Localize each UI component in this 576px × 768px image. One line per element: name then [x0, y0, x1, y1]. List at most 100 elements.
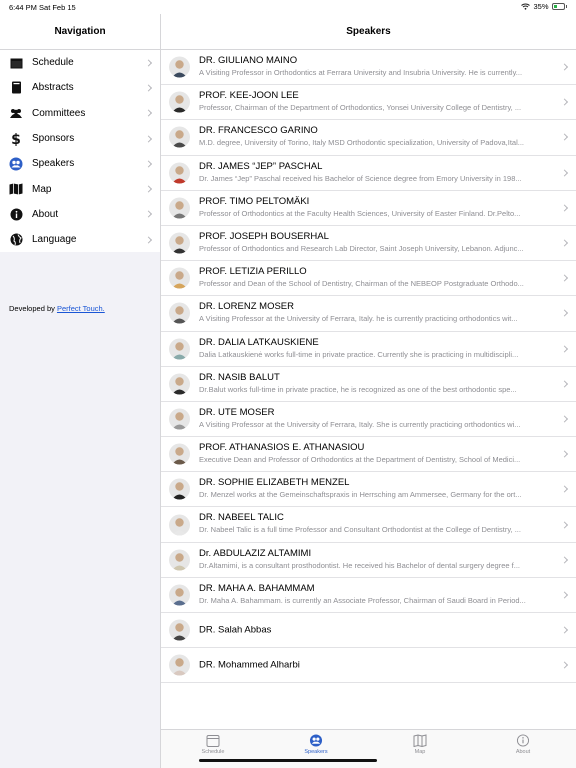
speaker-description: A Visiting Professor at the University o…	[199, 419, 521, 429]
sidebar-item-label: Committees	[32, 107, 86, 119]
sidebar: Navigation Schedule Abstracts Committees $ S…	[0, 14, 161, 768]
speaker-name: DR. UTE MOSER	[199, 406, 275, 418]
chevron-right-icon	[560, 169, 569, 177]
avatar	[169, 162, 190, 184]
chevron-right-icon	[144, 59, 153, 67]
avatar	[169, 56, 190, 78]
speaker-name: PROF. LETIZIA PERILLO	[199, 266, 307, 278]
sidebar-item-sponsors[interactable]: $ Sponsors	[0, 126, 160, 151]
sidebar-item-label: Sponsors	[32, 133, 75, 145]
chevron-right-icon	[144, 210, 153, 218]
chevron-right-icon	[144, 236, 153, 244]
list-item[interactable]: PROF. KEE-JOON LEE Professor, Chairman of…	[161, 85, 576, 121]
list-item[interactable]: PROF. ATHANASIOS E. ATHANASIOU Executive …	[161, 437, 576, 473]
chevron-right-icon	[144, 185, 153, 193]
avatar	[169, 584, 190, 606]
book-icon	[9, 81, 23, 95]
speaker-description: Professor of Orthodontics and Research L…	[199, 243, 524, 253]
list-item[interactable]: PROF. TIMO PELTOMÄKI Professor of Orthodo…	[161, 191, 576, 226]
list-item[interactable]: DR. Mohammed Alharbi	[161, 648, 576, 684]
chevron-right-icon	[560, 274, 569, 282]
dollar-icon: $	[9, 132, 23, 146]
sidebar-item-committees[interactable]: Committees	[0, 101, 160, 126]
calendar-tab-icon	[206, 734, 220, 747]
list-item[interactable]: DR. UTE MOSER A Visiting Professor at the…	[161, 402, 576, 438]
developer-link[interactable]: Perfect Touch.	[57, 304, 105, 313]
tab-about[interactable]: About	[488, 734, 558, 755]
avatar	[169, 302, 190, 324]
speaker-name: DR. FRANCESCO GARINO	[199, 125, 318, 137]
speaker-description: A Visiting Professor in Orthodontics at …	[199, 68, 523, 77]
list-item[interactable]: DR. DALIA LATKAUSKIENE Dalia Latkauskienė…	[161, 332, 576, 367]
chevron-right-icon	[560, 133, 569, 142]
avatar	[169, 126, 190, 148]
tab-label: About	[515, 749, 531, 755]
speaker-name: DR. GIULIANO MAINO	[199, 55, 298, 66]
speaker-description: Dr. Nabeel Talic is a full time Professo…	[199, 525, 521, 535]
sidebar-item-schedule[interactable]: Schedule	[0, 50, 160, 75]
group-icon	[9, 106, 23, 120]
list-item[interactable]: DR. SOPHIE ELIZABETH MENZEL Dr. Menzel wo…	[161, 472, 576, 508]
avatar	[169, 267, 190, 289]
avatar	[169, 619, 190, 641]
chevron-right-icon	[144, 109, 153, 117]
chevron-right-icon	[560, 591, 569, 599]
avatar	[169, 373, 190, 395]
speaker-description: Professor and Dean of the School of Dent…	[199, 279, 524, 289]
avatar	[169, 654, 190, 676]
chevron-right-icon	[560, 239, 569, 247]
list-item[interactable]: DR. FRANCESCO GARINO M.D. degree, Univers…	[161, 120, 576, 156]
sidebar-item-language[interactable]: Language	[0, 227, 160, 252]
avatar	[169, 443, 190, 465]
list-item[interactable]: DR. LORENZ MOSER A Visiting Professor at …	[161, 296, 576, 332]
sidebar-item-map[interactable]: Map	[0, 176, 160, 201]
chevron-right-icon	[560, 98, 569, 106]
list-item[interactable]: DR. NABEEL TALIC Dr. Nabeel Talic is a fu…	[161, 507, 576, 543]
map-tab-icon	[413, 734, 427, 748]
speaker-name: DR. SOPHIE ELIZABETH MENZEL	[199, 477, 350, 489]
sidebar-item-speakers[interactable]: Speakers	[0, 151, 160, 176]
speakers-list: DR. GIULIANO MAINO A Visiting Professor i…	[161, 50, 576, 684]
speaker-description: Professor of Orthodontics at the Faculty…	[199, 208, 521, 218]
sidebar-item-label: Schedule	[32, 57, 74, 69]
tab-label: Speakers	[304, 749, 328, 755]
chevron-right-icon	[560, 204, 569, 212]
list-item[interactable]: Dr. ABDULAZIZ ALTAMIMI Dr.Altamimi, is a …	[161, 543, 576, 578]
sidebar-item-abstracts[interactable]: Abstracts	[0, 75, 160, 100]
list-item[interactable]: DR. GIULIANO MAINO A Visiting Professor i…	[161, 50, 576, 86]
list-item[interactable]: DR. NASIB BALUT Dr.Balut works full-time …	[161, 367, 576, 402]
speaker-name: DR. Salah Abbas	[199, 624, 272, 636]
avatar	[169, 514, 190, 536]
list-item[interactable]: DR. JAMES “JEP” PASCHAL Dr. James “Jep” P…	[161, 156, 576, 191]
status-bar: 6:44 PM Sat Feb 15 35%	[0, 0, 576, 14]
page-title: Speakers	[161, 14, 576, 50]
chevron-right-icon	[560, 345, 569, 353]
speaker-description: M.D. degree, University of Torino, Italy…	[199, 138, 524, 148]
speaker-description: Dr.Balut works full-time in private prac…	[199, 384, 517, 394]
sidebar-item-about[interactable]: About	[0, 202, 160, 227]
list-item[interactable]: PROF. JOSEPH BOUSERHAL Professor of Ortho…	[161, 226, 576, 262]
chevron-right-icon	[560, 63, 569, 71]
sidebar-item-label: Language	[32, 234, 77, 246]
avatar	[169, 408, 190, 430]
sidebar-item-label: Speakers	[32, 158, 75, 170]
tab-speakers[interactable]: Speakers	[281, 734, 351, 755]
speaker-name: DR. JAMES “JEP” PASCHAL	[199, 160, 323, 172]
battery-icon	[551, 3, 565, 10]
battery-percent: 35%	[533, 2, 549, 11]
speaker-name: Dr. ABDULAZIZ ALTAMIMI	[199, 547, 312, 559]
avatar	[169, 478, 190, 500]
sidebar-item-label: Abstracts	[32, 82, 74, 94]
tab-schedule[interactable]: Schedule	[178, 734, 248, 755]
status-time: 6:44 PM Sat Feb 15	[9, 3, 76, 12]
list-item[interactable]: DR. Salah Abbas	[161, 613, 576, 649]
list-item[interactable]: DR. MAHA A. BAHAMMAM Dr. Maha A. Bahammam…	[161, 578, 576, 613]
speaker-name: DR. MAHA A. BAHAMMAM	[199, 582, 315, 594]
list-item[interactable]: PROF. LETIZIA PERILLO Professor and Dean …	[161, 261, 576, 297]
tab-map[interactable]: Map	[385, 734, 455, 755]
chevron-right-icon	[560, 450, 569, 458]
home-indicator[interactable]	[199, 759, 377, 762]
info-icon	[9, 207, 23, 221]
speaker-name: PROF. ATHANASIOS E. ATHANASIOU	[199, 442, 365, 454]
speaker-name: DR. DALIA LATKAUSKIENE	[199, 336, 319, 348]
